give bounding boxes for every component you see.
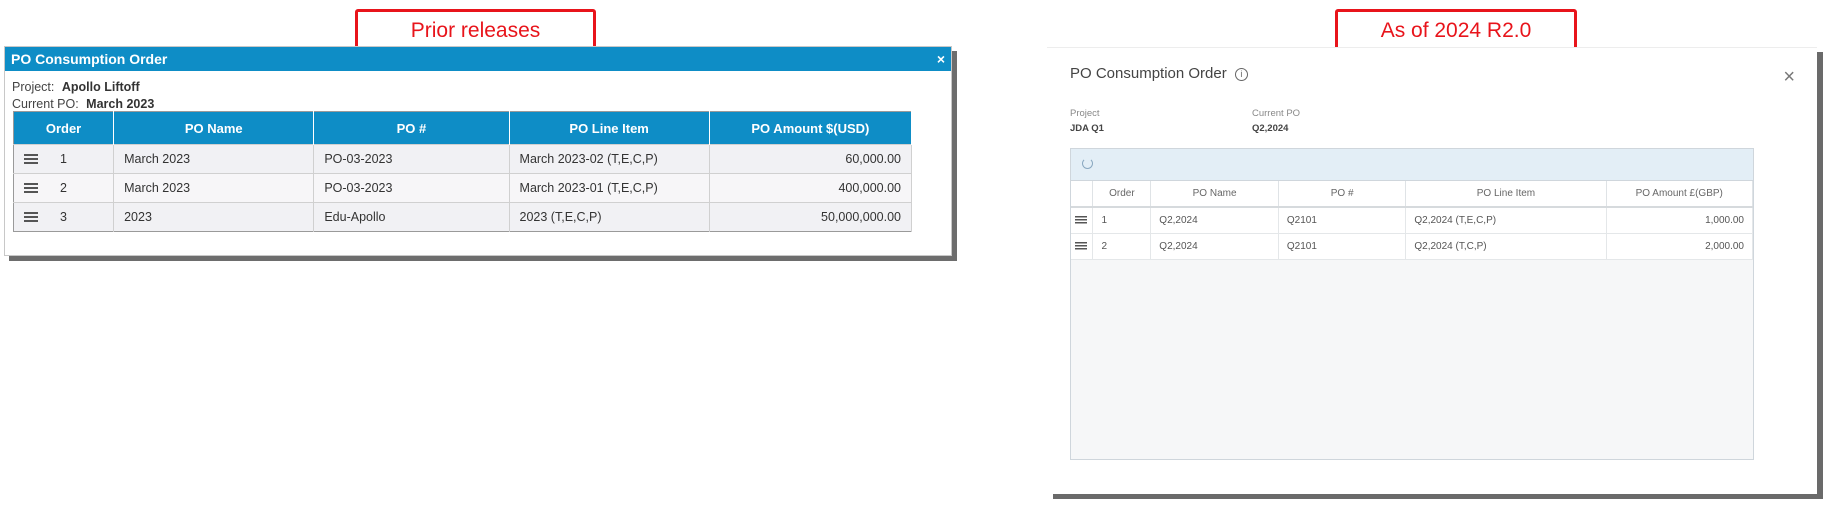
table-row[interactable]: 3 2023 Edu-Apollo 2023 (T,E,C,P) 50,000,… <box>13 202 913 232</box>
po-line-item-cell: 2023 (T,E,C,P) <box>509 202 710 232</box>
refresh-icon[interactable] <box>1082 158 1093 169</box>
old-table-header: Order PO Name PO # PO Line Item PO Amoun… <box>13 111 913 145</box>
new-po-grid: Order PO Name PO # PO Line Item PO Amoun… <box>1070 148 1754 460</box>
new-dialog-title: PO Consumption Order <box>1070 65 1227 82</box>
old-project-label: Project: <box>12 80 55 94</box>
po-number-cell: Edu-Apollo <box>313 202 510 232</box>
col-header-po-amount[interactable]: PO Amount $(USD) <box>709 111 913 145</box>
drag-handle-icon[interactable] <box>24 183 38 195</box>
col-header-po-line-item[interactable]: PO Line Item <box>509 111 710 145</box>
col-header-po-line-item[interactable]: PO Line Item <box>1405 181 1607 208</box>
new-table-header: Order PO Name PO # PO Line Item PO Amoun… <box>1071 181 1754 208</box>
drag-handle-icon[interactable] <box>24 154 38 166</box>
old-dialog-info: Project: Apollo Liftoff Current PO: Marc… <box>5 71 951 115</box>
old-po-table: Order PO Name PO # PO Line Item PO Amoun… <box>13 111 913 232</box>
close-icon[interactable]: × <box>937 51 945 67</box>
po-line-item-cell: March 2023-02 (T,E,C,P) <box>509 144 710 174</box>
old-project-value: Apollo Liftoff <box>61 80 140 94</box>
table-row[interactable]: 2 March 2023 PO-03-2023 March 2023-01 (T… <box>13 173 913 203</box>
po-number-cell: Q2101 <box>1278 207 1407 234</box>
table-row[interactable]: 2 Q2,2024 Q2101 Q2,2024 (T,C,P) 2,000.00 <box>1071 233 1754 260</box>
order-value: 2 <box>60 181 67 195</box>
col-header-po-number[interactable]: PO # <box>1278 181 1407 208</box>
new-current-po-label: Current PO <box>1252 108 1301 119</box>
old-project-row: Project: Apollo Liftoff <box>12 79 944 96</box>
order-cell: 1 <box>13 144 115 174</box>
col-header-po-number[interactable]: PO # <box>313 111 510 145</box>
po-number-cell: PO-03-2023 <box>313 173 510 203</box>
order-value: 3 <box>60 210 67 224</box>
po-line-item-cell: March 2023-01 (T,E,C,P) <box>509 173 710 203</box>
col-header-po-name[interactable]: PO Name <box>1150 181 1279 208</box>
po-amount-cell: 1,000.00 <box>1606 207 1754 234</box>
old-current-po-label: Current PO: <box>12 97 79 111</box>
drag-handle-icon[interactable] <box>24 212 38 224</box>
po-name-cell: March 2023 <box>113 173 315 203</box>
col-header-order[interactable]: Order <box>13 111 115 145</box>
table-row[interactable]: 1 March 2023 PO-03-2023 March 2023-02 (T… <box>13 144 913 174</box>
old-current-po-value: March 2023 <box>86 97 155 111</box>
po-number-cell: Q2101 <box>1278 233 1407 260</box>
po-amount-cell: 50,000,000.00 <box>709 202 913 232</box>
col-header-drag <box>1071 181 1094 208</box>
table-row[interactable]: 1 Q2,2024 Q2101 Q2,2024 (T,E,C,P) 1,000.… <box>1071 207 1754 234</box>
po-name-cell: Q2,2024 <box>1150 233 1279 260</box>
po-name-cell: March 2023 <box>113 144 315 174</box>
drag-cell <box>1071 207 1094 234</box>
po-name-cell: Q2,2024 <box>1150 207 1279 234</box>
order-cell: 2 <box>13 173 115 203</box>
po-amount-cell: 60,000.00 <box>709 144 913 174</box>
drag-handle-icon[interactable] <box>1075 215 1087 225</box>
new-project-label: Project <box>1070 108 1100 119</box>
po-line-item-cell: Q2,2024 (T,E,C,P) <box>1405 207 1607 234</box>
old-dialog-title: PO Consumption Order <box>11 51 168 67</box>
order-cell: 2 <box>1092 233 1152 260</box>
order-value: 1 <box>60 152 67 166</box>
old-po-consumption-dialog: PO Consumption Order × Project: Apollo L… <box>4 46 952 256</box>
new-po-table: Order PO Name PO # PO Line Item PO Amoun… <box>1071 181 1754 260</box>
old-dialog-titlebar: PO Consumption Order × <box>5 47 951 71</box>
po-amount-cell: 400,000.00 <box>709 173 913 203</box>
close-icon[interactable]: × <box>1783 66 1795 89</box>
new-dialog-title-row: PO Consumption Order i <box>1070 65 1248 82</box>
po-number-cell: PO-03-2023 <box>313 144 510 174</box>
col-header-po-amount[interactable]: PO Amount £(GBP) <box>1606 181 1754 208</box>
drag-handle-icon[interactable] <box>1075 241 1087 251</box>
drag-cell <box>1071 233 1094 260</box>
new-project-value: JDA Q1 <box>1070 123 1104 134</box>
po-name-cell: 2023 <box>113 202 315 232</box>
po-line-item-cell: Q2,2024 (T,C,P) <box>1405 233 1607 260</box>
order-cell: 1 <box>1092 207 1152 234</box>
col-header-po-name[interactable]: PO Name <box>113 111 315 145</box>
new-po-consumption-dialog: PO Consumption Order i × Project JDA Q1 … <box>1047 47 1817 494</box>
col-header-order[interactable]: Order <box>1092 181 1152 208</box>
new-current-po-value: Q2,2024 <box>1252 123 1289 134</box>
info-icon[interactable]: i <box>1234 67 1248 81</box>
order-cell: 3 <box>13 202 115 232</box>
po-amount-cell: 2,000.00 <box>1606 233 1754 260</box>
grid-toolbar <box>1071 149 1753 181</box>
